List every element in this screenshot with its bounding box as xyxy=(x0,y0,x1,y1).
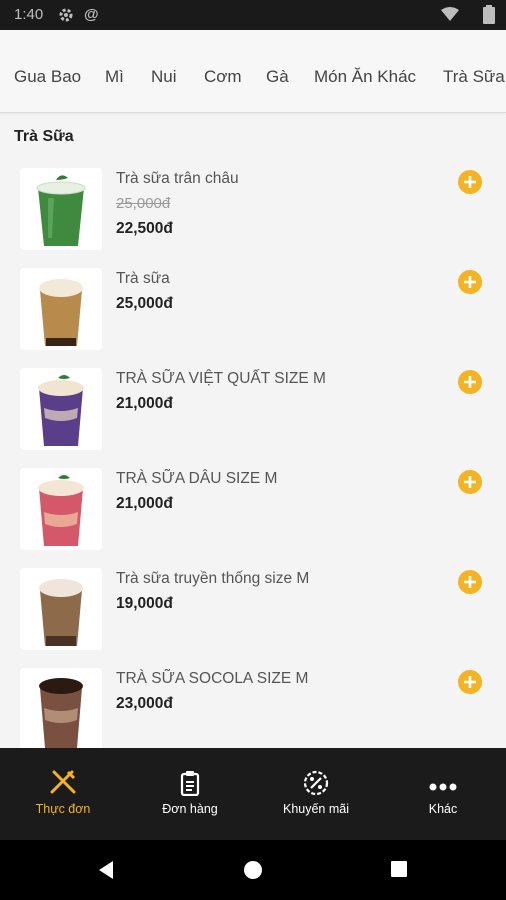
add-to-cart-button[interactable] xyxy=(458,570,482,594)
product-price: 19,000đ xyxy=(116,595,173,612)
status-time: 1:40 xyxy=(14,6,44,23)
plus-icon xyxy=(464,476,476,488)
status-bar: 1:40 @ xyxy=(0,0,506,30)
product-name: TRÀ SỮA DÂU SIZE M xyxy=(116,470,278,487)
nav-label: Khuyến mãi xyxy=(282,802,349,816)
nav-promotions[interactable]: Khuyến mãi xyxy=(253,748,379,840)
at-icon: @ xyxy=(84,6,99,23)
product-item[interactable]: TRÀ SỮA VIỆT QUẤT SIZE M 21,000đ xyxy=(0,368,506,468)
home-button-icon[interactable] xyxy=(243,860,263,885)
nav-label: Đơn hàng xyxy=(162,802,218,816)
cup-drink-icon xyxy=(39,579,83,646)
product-price: 21,000đ xyxy=(116,395,173,412)
system-navigation-bar xyxy=(0,840,506,900)
product-price: 23,000đ xyxy=(116,695,173,712)
cup-drink-icon xyxy=(38,475,84,546)
category-tab-mi[interactable]: Mì xyxy=(105,67,124,87)
product-name: Trà sữa xyxy=(116,270,170,287)
section-title: Trà Sữa xyxy=(14,128,74,145)
product-image xyxy=(20,368,102,450)
clipboard-icon xyxy=(180,770,200,801)
cup-drink-icon xyxy=(38,375,84,446)
product-name: Trà sữa trân châu xyxy=(116,170,239,187)
plus-icon xyxy=(464,376,476,388)
nav-label: Khác xyxy=(428,802,458,816)
product-name: Trà sữa truyền thống size M xyxy=(116,570,310,587)
product-item[interactable]: Trà sữa trân châu 25,000đ 22,500đ xyxy=(0,168,506,268)
add-to-cart-button[interactable] xyxy=(458,670,482,694)
utensils-icon xyxy=(50,770,76,801)
app-screen: 1:40 @ Gua Bao Mì Nui Cơm Gà Món Ăn Khác… xyxy=(0,0,506,900)
plus-icon xyxy=(464,276,476,288)
cup-drink-icon xyxy=(36,175,86,246)
add-to-cart-button[interactable] xyxy=(458,270,482,294)
category-tab-ga[interactable]: Gà xyxy=(266,67,289,87)
plus-icon xyxy=(464,676,476,688)
cup-drink-icon xyxy=(39,678,83,748)
product-image xyxy=(20,668,102,750)
add-to-cart-button[interactable] xyxy=(458,170,482,194)
cup-drink-icon xyxy=(39,279,83,346)
product-image xyxy=(20,168,102,250)
category-tab-nui[interactable]: Nui xyxy=(151,67,177,87)
product-image xyxy=(20,568,102,650)
product-price: 22,500đ xyxy=(116,220,173,237)
category-tab-gua-bao[interactable]: Gua Bao xyxy=(14,67,81,87)
back-button-icon[interactable] xyxy=(96,860,116,885)
product-image xyxy=(20,268,102,350)
category-tabs: Gua Bao Mì Nui Cơm Gà Món Ăn Khác Trà Sữ… xyxy=(0,30,506,113)
category-tab-tra-sua[interactable]: Trà Sữa xyxy=(443,67,505,87)
more-dots-icon xyxy=(429,778,457,796)
product-item[interactable]: TRÀ SỮA DÂU SIZE M 21,000đ xyxy=(0,468,506,568)
product-old-price: 25,000đ xyxy=(116,195,171,212)
nav-orders[interactable]: Đơn hàng xyxy=(127,748,253,840)
add-to-cart-button[interactable] xyxy=(458,370,482,394)
add-to-cart-button[interactable] xyxy=(458,470,482,494)
wifi-icon xyxy=(441,7,459,27)
product-name: TRÀ SỮA SOCOLA SIZE M xyxy=(116,670,309,687)
product-name: TRÀ SỮA VIỆT QUẤT SIZE M xyxy=(116,370,326,387)
category-tab-com[interactable]: Cơm xyxy=(204,67,242,87)
nav-more[interactable]: Khác xyxy=(380,748,506,840)
product-image xyxy=(20,468,102,550)
bottom-navigation: Thực đơn Đơn hàng Khuyến mãi Khác xyxy=(0,748,506,840)
product-price: 25,000đ xyxy=(116,295,173,312)
battery-icon xyxy=(483,5,495,29)
nav-menu[interactable]: Thực đơn xyxy=(0,748,126,840)
product-item[interactable]: Trà sữa truyền thống size M 19,000đ xyxy=(0,568,506,668)
category-tab-mon-an-khac[interactable]: Món Ăn Khác xyxy=(314,67,416,87)
nav-label: Thực đơn xyxy=(35,802,91,816)
settings-gear-icon xyxy=(58,7,74,28)
plus-icon xyxy=(464,576,476,588)
discount-badge-icon xyxy=(303,770,329,801)
product-price: 21,000đ xyxy=(116,495,173,512)
product-item[interactable]: Trà sữa 25,000đ xyxy=(0,268,506,368)
recents-button-icon[interactable] xyxy=(390,860,408,883)
plus-icon xyxy=(464,176,476,188)
